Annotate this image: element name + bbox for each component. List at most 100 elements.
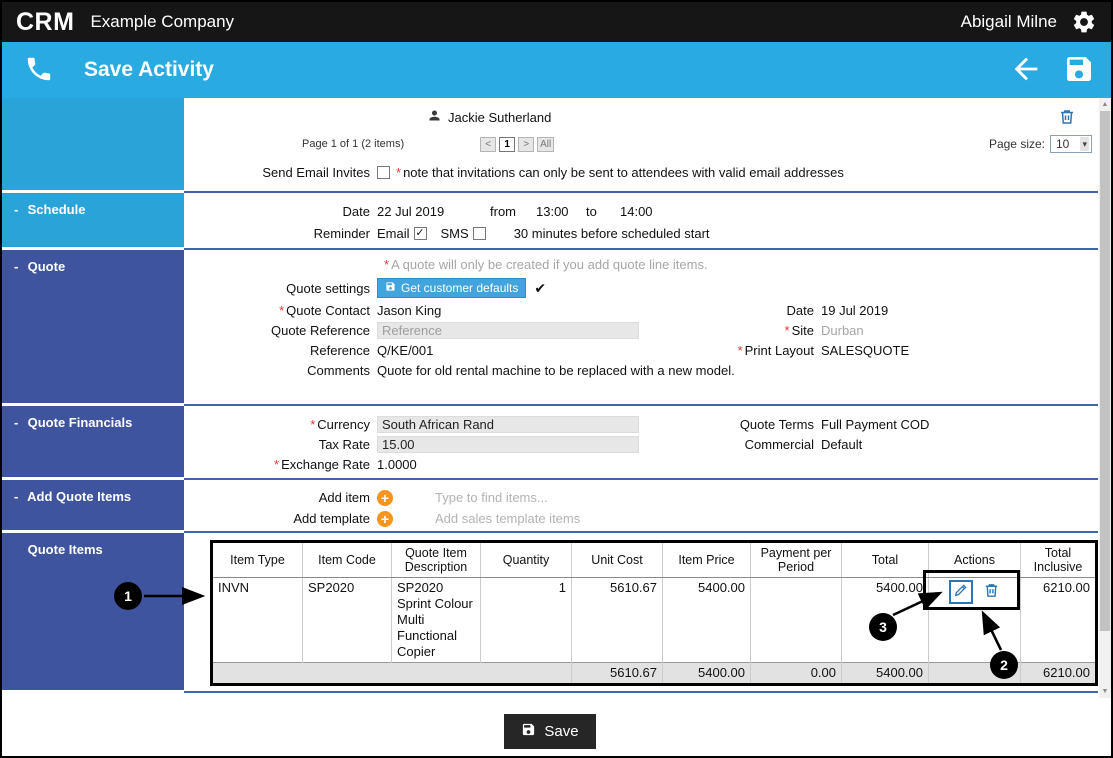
send-invites-checkbox[interactable]	[377, 165, 390, 179]
site-label: * Site	[784, 322, 814, 338]
from-label: from	[490, 203, 516, 219]
comments-value: Quote for old rental machine to be repla…	[377, 362, 735, 378]
to-label: to	[586, 203, 597, 219]
reference-value: Q/KE/001	[377, 342, 434, 358]
col-unit-cost: Unit Cost	[571, 541, 663, 578]
col-description: Quote Item Description	[391, 541, 481, 578]
section-header-quote-items[interactable]: Quote Items	[2, 533, 184, 693]
collapse-icon: -	[14, 259, 19, 274]
section-quote-financials: - Quote Financials * Currency South Afric…	[2, 406, 1098, 480]
cell-description: SP2020 Sprint Colour Multi Functional Co…	[391, 577, 481, 663]
annotation-callout-2: 2	[990, 651, 1018, 679]
reminder-label: Reminder	[313, 225, 370, 241]
delete-attendee-button[interactable]	[1058, 108, 1076, 129]
section-header-quote[interactable]: - Quote	[2, 250, 184, 406]
collapse-icon: -	[14, 415, 19, 430]
commercial-value: Default	[821, 436, 863, 452]
save-header-button[interactable]	[1063, 53, 1095, 88]
page-title: Save Activity	[84, 58, 214, 81]
page-size-value: 10	[1056, 137, 1070, 151]
email-reminder-checkbox[interactable]: ✓	[413, 226, 427, 240]
col-item-price: Item Price	[662, 541, 751, 578]
total-total-inclusive: 6210.00	[1020, 662, 1097, 685]
currency-label: * Currency	[310, 416, 370, 432]
exchange-rate-value: 1.0000	[377, 456, 417, 472]
add-item-plus-icon[interactable]	[377, 489, 393, 506]
section-header-add-quote-items[interactable]: - Add Quote Items	[2, 480, 184, 533]
person-icon	[427, 108, 442, 126]
section-label: Quote	[27, 259, 66, 274]
cell-item-code: SP2020	[302, 577, 392, 663]
page-size-select[interactable]: 10 ▾	[1050, 135, 1092, 153]
sms-label: SMS	[440, 225, 469, 241]
scrollbar-thumb[interactable]	[1100, 111, 1110, 631]
col-payment-per-period: Payment per Period	[750, 541, 842, 578]
page-size-label: Page size:	[988, 137, 1045, 151]
scroll-down-button[interactable]: ▼	[1099, 685, 1111, 698]
print-layout-value: SALESQUOTE	[821, 342, 910, 358]
email-label: Email	[377, 225, 410, 241]
get-customer-defaults-button[interactable]: Get customer defaults	[377, 278, 527, 298]
user-name[interactable]: Abigail Milne	[961, 12, 1057, 32]
section-label: Quote Financials	[27, 415, 133, 430]
date-field[interactable]: 22 Jul 2019	[377, 204, 490, 219]
next-page-button[interactable]: >	[518, 136, 535, 152]
tax-rate-field[interactable]: 15.00	[377, 435, 639, 453]
comments-label: Comments	[307, 362, 370, 378]
save-button[interactable]: Save	[504, 714, 596, 749]
col-total-inclusive: Total Inclusive	[1020, 541, 1097, 578]
site-value: Durban	[821, 322, 864, 338]
settings-gear-icon[interactable]	[1071, 9, 1097, 35]
back-button[interactable]	[1009, 52, 1043, 89]
cell-item-type: INVN	[218, 580, 250, 595]
collapse-icon: -	[14, 202, 19, 217]
print-layout-label: * Print Layout	[737, 342, 814, 358]
section-header-schedule[interactable]: - Schedule	[2, 193, 184, 250]
find-items-input[interactable]	[435, 490, 735, 505]
all-pages-button[interactable]: All	[537, 136, 555, 152]
add-template-label: Add template	[293, 511, 370, 526]
total-unit-cost: 5610.67	[571, 662, 663, 685]
sms-reminder-checkbox[interactable]	[472, 226, 486, 240]
quote-contact-value: Jason King	[377, 302, 442, 318]
dropdown-arrow-icon: ▾	[1080, 137, 1089, 151]
annotation-highlight-box	[923, 570, 1020, 610]
table-totals-row: 5610.67 5400.00 0.00 5400.00 6210.00	[211, 662, 1097, 685]
vertical-scrollbar[interactable]: ▲ ▼	[1099, 98, 1111, 698]
to-time-field[interactable]: 14:00	[620, 204, 653, 219]
page-1-button[interactable]: 1	[499, 136, 516, 152]
quote-items-table: Item Type Item Code Quote Item Descripti…	[210, 540, 1098, 686]
footer-bar: Save	[2, 693, 1098, 756]
from-time-field[interactable]: 13:00	[536, 204, 586, 219]
cell-item-price: 5400.00	[662, 577, 751, 663]
crm-window: CRM Example Company Abigail Milne Save A…	[0, 0, 1113, 758]
total-payment-per-period: 0.00	[750, 662, 842, 685]
quote-reference-label: Quote Reference	[270, 322, 370, 338]
add-template-plus-icon[interactable]	[377, 510, 393, 527]
crm-logo: CRM	[16, 7, 75, 36]
section-add-quote-items: - Add Quote Items Add item Add template	[2, 480, 1098, 533]
cell-quantity: 1	[480, 577, 572, 663]
currency-field[interactable]: South African Rand	[377, 415, 639, 433]
annotation-callout-3: 3	[869, 613, 897, 641]
quote-date-value: 19 Jul 2019	[821, 302, 889, 318]
prev-page-button[interactable]: <	[480, 136, 497, 152]
section-header-quote-financials[interactable]: - Quote Financials	[2, 406, 184, 480]
defaults-applied-check-icon: ✔	[534, 279, 547, 296]
add-template-input[interactable]	[435, 511, 735, 526]
quote-reference-input[interactable]	[377, 321, 639, 339]
phone-icon	[24, 54, 54, 87]
pager-summary: Page 1 of 1 (2 items)	[302, 138, 405, 150]
section-quote-items: Quote Items Item Type Item Code Quote It…	[2, 533, 1098, 693]
send-invites-label: Send Email Invites	[262, 164, 370, 180]
quote-contact-label: * Quote Contact	[279, 302, 370, 318]
section-label: Add Quote Items	[27, 489, 132, 504]
quote-date-label: Date	[786, 302, 814, 318]
activity-bar: Save Activity	[2, 42, 1111, 98]
company-name: Example Company	[90, 12, 235, 31]
floppy-save-icon	[521, 722, 536, 741]
col-item-type: Item Type	[211, 541, 303, 578]
col-quantity: Quantity	[480, 541, 572, 578]
scroll-up-button[interactable]: ▲	[1099, 98, 1111, 111]
section-label: Schedule	[27, 202, 86, 217]
